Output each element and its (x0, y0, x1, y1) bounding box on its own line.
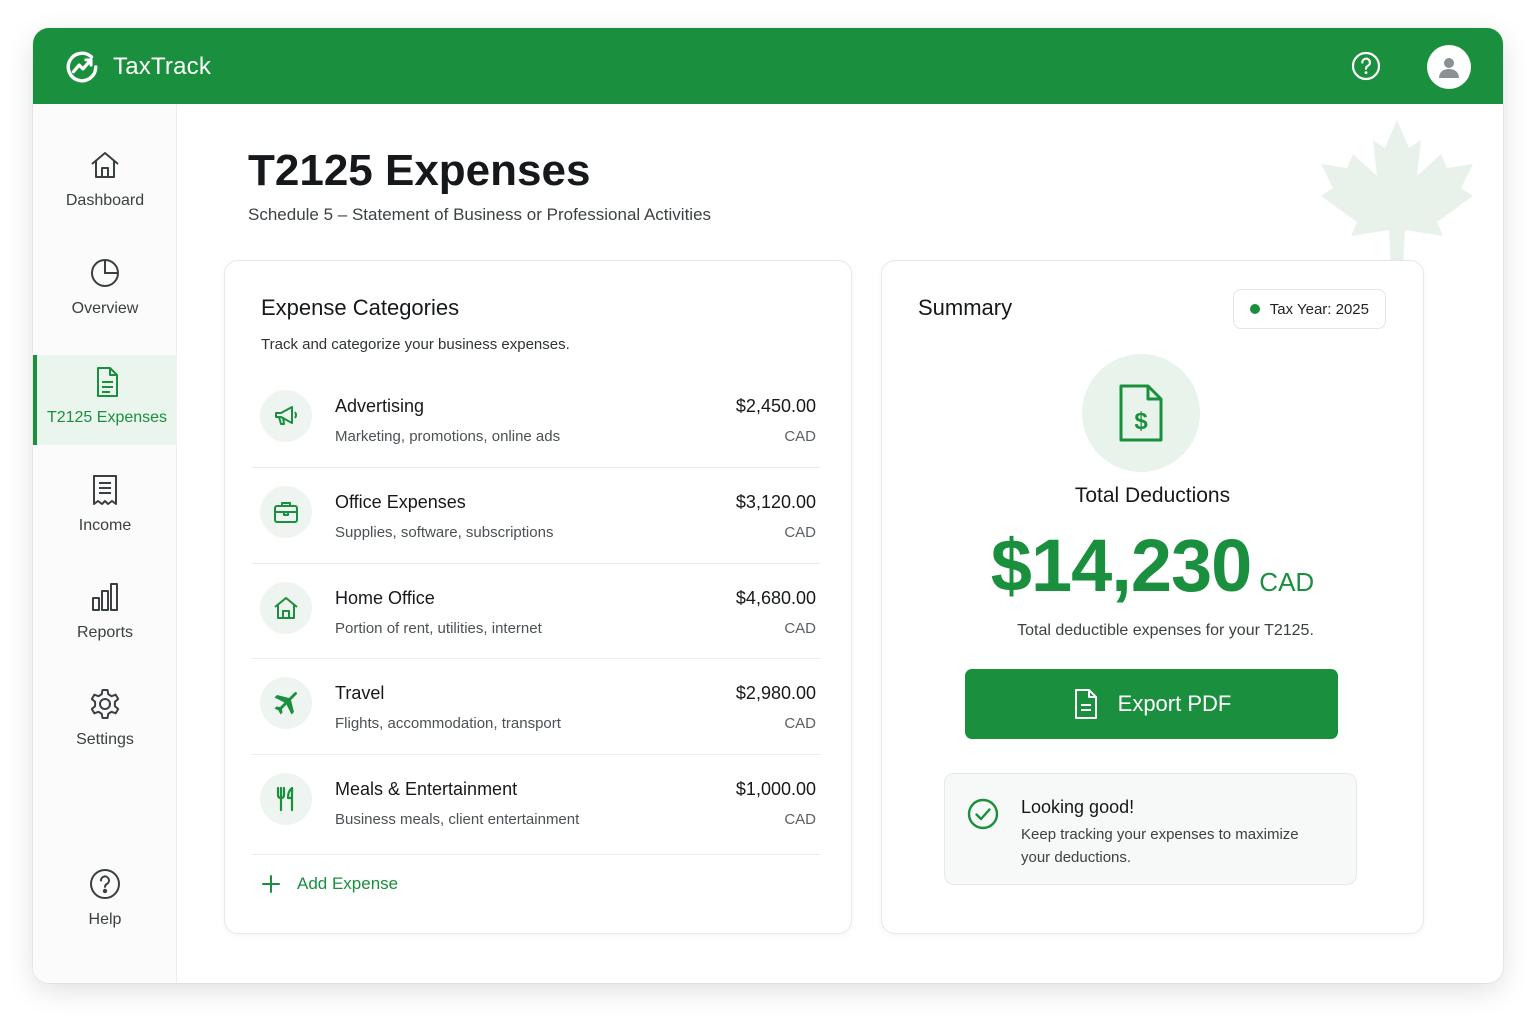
sidebar-item-settings[interactable]: Settings (33, 687, 177, 777)
expense-amount: $2,980.00 (735, 683, 816, 703)
export-pdf-button[interactable]: Export PDF (965, 669, 1338, 739)
card-description: Track and categorize your business expen… (261, 336, 570, 353)
expense-row[interactable]: Meals & Entertainment Business meals, cl… (252, 755, 820, 855)
icon-circle (260, 773, 312, 825)
expense-row[interactable]: Advertising Marketing, promotions, onlin… (252, 372, 820, 468)
expense-name: Home Office (335, 588, 435, 608)
page-title: T2125 Expenses (248, 146, 591, 195)
home-icon (274, 597, 298, 619)
top-bar: TaxTrack (33, 28, 1503, 104)
tax-year-label: Tax Year: 2025 (1269, 300, 1369, 318)
help-circle-icon[interactable] (1351, 51, 1381, 81)
tax-year-badge[interactable]: Tax Year: 2025 (1232, 289, 1386, 329)
total-currency: CAD (1259, 567, 1315, 597)
expense-row[interactable]: Home Office Portion of rent, utilities, … (252, 564, 820, 659)
expense-currency: CAD (784, 715, 816, 732)
sidebar-item-label: Overview (71, 300, 139, 317)
expense-amount: $4,680.00 (735, 588, 816, 608)
card-title: Summary (918, 295, 1013, 320)
expense-amount: $1,000.00 (735, 779, 816, 799)
sidebar-item-dashboard[interactable]: Dashboard (33, 148, 177, 238)
expense-description: Marketing, promotions, online ads (335, 428, 561, 445)
pie-chart-icon (91, 259, 119, 287)
sidebar-item-label: Income (78, 517, 132, 534)
utensils-icon (276, 786, 294, 812)
expense-description: Business meals, client entertainment (335, 811, 580, 828)
expense-currency: CAD (784, 524, 816, 541)
expense-name: Office Expenses (335, 492, 466, 512)
home-icon (91, 152, 119, 178)
total-deductions-label: Total Deductions (1074, 484, 1231, 507)
expense-description: Supplies, software, subscriptions (335, 524, 554, 541)
sidebar-item-label: Reports (76, 624, 134, 641)
page-subtitle: Schedule 5 – Statement of Business or Pr… (248, 205, 712, 224)
expense-row[interactable]: Travel Flights, accommodation, transport… (252, 659, 820, 755)
add-expense-button[interactable]: Add Expense (261, 874, 398, 894)
document-icon (1074, 689, 1097, 719)
user-avatar[interactable] (1427, 45, 1471, 89)
svg-text:$: $ (1134, 408, 1148, 435)
document-icon (97, 367, 118, 397)
app-name: TaxTrack (113, 53, 212, 80)
expense-categories-card: Expense Categories Track and categorize … (224, 260, 852, 934)
receipt-icon (93, 475, 117, 505)
app-window: TaxTrack Dashboard Overview T2125 Expens… (33, 28, 1503, 983)
expense-amount: $2,450.00 (735, 396, 816, 416)
sidebar-item-overview[interactable]: Overview (33, 256, 177, 346)
card-title: Expense Categories (261, 295, 460, 320)
megaphone-icon (275, 406, 297, 425)
user-icon (1439, 58, 1459, 78)
note-title: Looking good! (1021, 797, 1135, 817)
expense-currency: CAD (784, 620, 816, 637)
sidebar-item-t2125-expenses[interactable]: T2125 Expenses (33, 355, 177, 445)
sidebar-item-label: Settings (76, 731, 134, 748)
sidebar-item-label: T2125 Expenses (46, 409, 168, 426)
plus-icon (262, 875, 280, 893)
brand[interactable]: TaxTrack (63, 48, 211, 86)
note-description: Keep tracking your expenses to maximize … (1021, 826, 1299, 866)
expense-description: Flights, accommodation, transport (335, 715, 561, 732)
gear-icon (90, 689, 120, 719)
status-dot (1249, 304, 1260, 314)
icon-circle (260, 486, 312, 538)
briefcase-icon (274, 502, 298, 523)
plane-icon (274, 691, 298, 715)
expense-currency: CAD (784, 428, 816, 445)
expense-description: Portion of rent, utilities, internet (335, 620, 542, 637)
total-amount: $14,230 (990, 524, 1252, 607)
expense-name: Travel (335, 683, 385, 703)
expense-name: Advertising (335, 396, 425, 416)
bar-chart-icon (92, 583, 118, 611)
sidebar-item-label: Help (88, 911, 122, 928)
sidebar-item-help[interactable]: Help (33, 867, 177, 957)
sidebar-item-label: Dashboard (65, 192, 145, 209)
total-description: Total deductible expenses for your T2125… (1017, 622, 1314, 639)
total-icon-circle: $ (1082, 354, 1200, 472)
icon-circle (260, 582, 312, 634)
expense-row[interactable]: Office Expenses Supplies, software, subs… (252, 468, 820, 564)
summary-card: Summary Tax Year: 2025 $ Total Deduction… (881, 260, 1424, 934)
status-note: Looking good! Keep tracking your expense… (944, 773, 1357, 885)
expense-currency: CAD (784, 811, 816, 828)
sidebar-item-reports[interactable]: Reports (33, 580, 177, 670)
expense-amount: $3,120.00 (735, 492, 816, 512)
add-expense-label: Add Expense (297, 874, 399, 893)
sidebar: Dashboard Overview T2125 Expenses Income… (33, 104, 177, 983)
total-deductions-value: $14,230 CAD (882, 523, 1423, 608)
help-circle-icon (90, 869, 120, 899)
icon-circle (260, 390, 312, 442)
main-content: T2125 Expenses Schedule 5 – Statement of… (177, 104, 1503, 983)
maple-leaf-icon (1321, 120, 1473, 266)
sidebar-item-income[interactable]: Income (33, 473, 177, 563)
check-circle-icon (967, 798, 999, 830)
taxtrack-logo-icon (66, 51, 98, 83)
export-pdf-label: Export PDF (1117, 691, 1232, 716)
expense-name: Meals & Entertainment (335, 779, 518, 799)
dollar-document-icon: $ (1119, 384, 1163, 442)
icon-circle (260, 677, 312, 729)
